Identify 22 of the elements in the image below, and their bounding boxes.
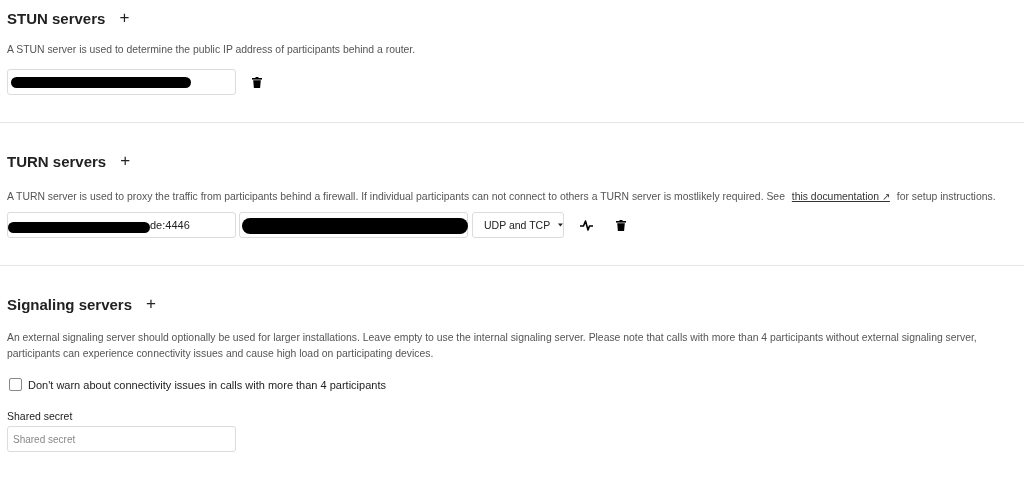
pulse-icon[interactable] — [580, 219, 593, 231]
trash-icon[interactable] — [616, 219, 626, 231]
section-title: Signaling servers — [7, 295, 133, 313]
shared-secret-field[interactable]: Shared secret — [7, 426, 236, 452]
add-button[interactable]: + — [116, 152, 135, 170]
checkbox-label: Don't warn about connectivity issues in calls with more than 4 participants — [28, 378, 386, 391]
section-description: An external signaling server should optionally be used for larger installations. Leave empty to use the internal signaling server. Please note that calls with more than 4 participants without external signaling server, participants can experience connectivity issues and cause high load on participating devices. — [7, 331, 978, 361]
section-title: STUN servers — [7, 9, 106, 27]
add-button[interactable]: + — [115, 9, 134, 27]
secret-field[interactable] — [239, 212, 468, 238]
add-button[interactable]: + — [142, 295, 160, 313]
field-label: Shared secret — [7, 410, 74, 422]
caret-icon — [558, 223, 563, 227]
section-description: A TURN server is used to proxy the traffic from participants behind a firewall. If individual participants can not connect to others a TURN server is mostlikely required. See this documentation ↗ for setup instructions. — [7, 190, 997, 204]
section-title: TURN servers — [7, 152, 107, 170]
trash-icon[interactable] — [252, 76, 262, 88]
documentation-link[interactable]: this documentation ↗ — [791, 191, 890, 202]
section-description: A STUN server is used to determine the public IP address of participants behind a router. — [7, 43, 417, 57]
server-field[interactable]: de:4446 — [7, 212, 236, 238]
protocol-dropdown[interactable]: UDP and TCP — [472, 212, 564, 238]
server-field[interactable] — [7, 69, 236, 95]
checkbox[interactable] — [9, 378, 22, 391]
